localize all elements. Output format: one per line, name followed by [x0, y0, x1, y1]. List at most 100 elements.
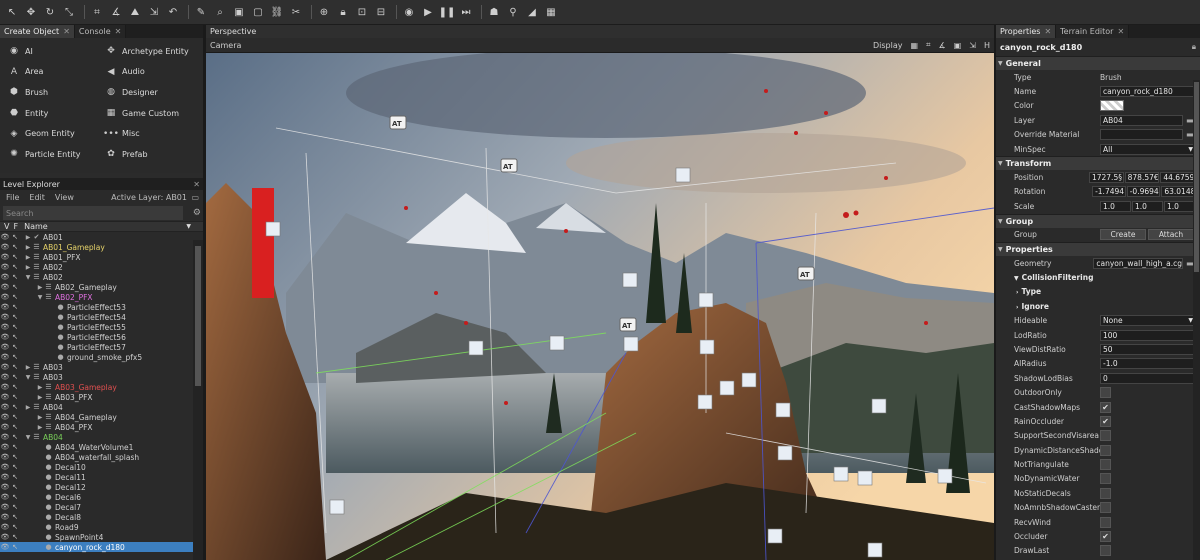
layer-tree-row[interactable]: 👁︎ ↖ ● Decal10 — [0, 462, 203, 472]
layer-tree-row[interactable]: 👁︎ ↖ ● AB04_waterfall_splash — [0, 452, 203, 462]
close-icon[interactable]: ✕ — [63, 27, 70, 36]
create-item-game-custom[interactable]: ▦ Game Custom — [105, 103, 202, 124]
scale-z[interactable]: 1.0 — [1164, 200, 1195, 212]
freeze-cursor-icon[interactable]: ↖ — [10, 323, 20, 331]
layer-tree-row[interactable]: 👁︎ ↖ ▶ ☰ AB03_Gameplay — [0, 382, 203, 392]
checkbox[interactable]: ✔ — [1100, 401, 1111, 413]
layer-tree-row[interactable]: 👁︎ ↖ ● Decal7 — [0, 502, 203, 512]
visibility-eye-icon[interactable]: 👁︎ — [0, 533, 10, 541]
column-freeze[interactable]: F — [9, 222, 18, 231]
visibility-eye-icon[interactable]: 👁︎ — [0, 373, 10, 381]
visibility-eye-icon[interactable]: 👁︎ — [0, 503, 10, 511]
checkbox[interactable] — [1100, 502, 1111, 514]
rotate-icon[interactable]: ↻ — [42, 4, 58, 20]
layer-tree-row[interactable]: 👁︎ ↖ ▶ ☰ AB03_PFX — [0, 392, 203, 402]
layer-tree-row[interactable]: 👁︎ ↖ ● Decal8 — [0, 512, 203, 522]
unlock-icon[interactable]: ⊟ — [373, 4, 389, 20]
perspective-viewport[interactable]: Perspective Camera Display ▦ ⌗ ∡ ▣ ⇲ H A… — [206, 25, 994, 560]
checkbox[interactable] — [1100, 545, 1111, 557]
undo-icon[interactable]: ↶ — [165, 4, 181, 20]
checkbox[interactable] — [1100, 473, 1111, 485]
position-x[interactable]: 1727.5§ — [1088, 172, 1124, 184]
freeze-cursor-icon[interactable]: ↖ — [10, 383, 20, 391]
display-menu[interactable]: Display — [873, 41, 903, 50]
lock-icon[interactable]: 🔒︎ — [335, 4, 351, 20]
freeze-cursor-icon[interactable]: ↖ — [10, 303, 20, 311]
visibility-eye-icon[interactable]: 👁︎ — [0, 263, 10, 271]
visibility-eye-icon[interactable]: 👁︎ — [0, 443, 10, 451]
menu-view[interactable]: View — [55, 193, 74, 202]
scale-x[interactable]: 1.0 — [1100, 200, 1131, 212]
scale-y[interactable]: 1.0 — [1132, 200, 1163, 212]
menu-file[interactable]: File — [6, 193, 19, 202]
scene-view[interactable]: AT AT AT AT — [206, 53, 994, 560]
freeze-cursor-icon[interactable]: ↖ — [10, 353, 20, 361]
scale-icon[interactable]: ⤡ — [61, 4, 77, 20]
visibility-eye-icon[interactable]: 👁︎ — [0, 243, 10, 251]
visibility-eye-icon[interactable]: 👁︎ — [0, 483, 10, 491]
expand-arrow-icon[interactable]: ▶ — [24, 364, 32, 371]
link-icon[interactable]: ⛓ — [269, 4, 285, 20]
visibility-eye-icon[interactable]: 👁︎ — [0, 523, 10, 531]
group-create-button[interactable]: Create — [1100, 229, 1146, 241]
section-general[interactable]: ▼ General — [996, 56, 1200, 70]
visibility-eye-icon[interactable]: 👁︎ — [0, 333, 10, 341]
layer-tree-row[interactable]: 👁︎ ↖ ▼ ☰ AB04 — [0, 432, 203, 442]
checkbox[interactable] — [1100, 459, 1111, 471]
freeze-cursor-icon[interactable]: ↖ — [10, 403, 20, 411]
visibility-eye-icon[interactable]: 👁︎ — [0, 273, 10, 281]
freeze-cursor-icon[interactable]: ↖ — [10, 243, 20, 251]
create-item-brush[interactable]: ⬢ Brush — [8, 82, 105, 103]
snap-icon[interactable]: ⌗ — [89, 4, 105, 20]
properties-scrollbar[interactable] — [1193, 80, 1200, 560]
section-properties[interactable]: ▼ Properties — [996, 241, 1200, 256]
visibility-eye-icon[interactable]: 👁︎ — [0, 433, 10, 441]
section-group[interactable]: ▼ Group — [996, 213, 1200, 228]
close-icon[interactable]: ✕ — [1117, 27, 1124, 36]
expand-arrow-icon[interactable]: ▶ — [24, 234, 32, 241]
checkbox[interactable] — [1100, 430, 1111, 442]
group-attach-button[interactable]: Attach — [1148, 229, 1194, 241]
checkbox[interactable] — [1100, 487, 1111, 499]
chevron-down-icon[interactable]: ▼ — [182, 223, 191, 230]
checkbox[interactable]: ✔ — [1100, 531, 1111, 543]
layer-tree-row[interactable]: 👁︎ ↖ ● ground_smoke_pfx5 — [0, 352, 203, 362]
freeze-cursor-icon[interactable]: ↖ — [10, 523, 20, 531]
ai-icon[interactable]: ☗ — [486, 4, 502, 20]
layer-tree-row[interactable]: 👁︎ ↖ ● Decal11 — [0, 472, 203, 482]
expand-arrow-icon[interactable]: ▶ — [36, 394, 44, 401]
freeze-cursor-icon[interactable]: ↖ — [10, 393, 20, 401]
viewdistratio-field[interactable]: 50 — [1100, 343, 1196, 355]
layer-tree-row[interactable]: 👁︎ ↖ ● Decal6 — [0, 492, 203, 502]
record-icon[interactable]: ◉ — [401, 4, 417, 20]
visibility-eye-icon[interactable]: 👁︎ — [0, 283, 10, 291]
terrain-view-icon[interactable]: ◢ — [524, 4, 540, 20]
layer-tree-row[interactable]: 👁︎ ↖ ▶ ☰ AB02_Gameplay — [0, 282, 203, 292]
layer-tree-row[interactable]: 👁︎ ↖ ▶ ☰ AB04_Gameplay — [0, 412, 203, 422]
tree-scrollbar[interactable] — [193, 240, 203, 560]
layer-field[interactable]: AB04 — [1100, 114, 1183, 126]
group-icon[interactable]: ▣ — [231, 4, 247, 20]
freeze-cursor-icon[interactable]: ↖ — [10, 333, 20, 341]
vector-icon[interactable]: ⇲ — [969, 41, 976, 50]
freeze-cursor-icon[interactable]: ↖ — [10, 463, 20, 471]
freeze-cursor-icon[interactable]: ↖ — [10, 343, 20, 351]
create-item-archetype-entity[interactable]: ✥ Archetype Entity — [105, 41, 202, 62]
layer-tree-row[interactable]: 👁︎ ↖ ▼ ☰ AB02_PFX — [0, 292, 203, 302]
checkbox[interactable] — [1100, 444, 1111, 456]
layer-tree-row[interactable]: 👁︎ ↖ ● Road9 — [0, 522, 203, 532]
layer-tree-row[interactable]: 👁︎ ↖ ▶ ☰ AB04 — [0, 402, 203, 412]
collapse-arrow-icon[interactable]: ▼ — [24, 274, 32, 281]
hideable-select[interactable]: None ▼ — [1100, 315, 1196, 327]
rotation-y[interactable]: -0.9694 — [1126, 186, 1161, 198]
freeze-cursor-icon[interactable]: ↖ — [10, 423, 20, 431]
freeze-cursor-icon[interactable]: ↖ — [10, 443, 20, 451]
freeze-cursor-icon[interactable]: ↖ — [10, 543, 20, 551]
visibility-eye-icon[interactable]: 👁︎ — [0, 313, 10, 321]
layer-tree-row[interactable]: 👁︎ ↖ ● Decal12 — [0, 482, 203, 492]
prop-collision-filtering[interactable]: ▼ CollisionFiltering — [996, 270, 1200, 284]
lodratio-field[interactable]: 100 — [1100, 329, 1196, 341]
visibility-eye-icon[interactable]: 👁︎ — [0, 413, 10, 421]
expand-arrow-icon[interactable]: ▶ — [36, 284, 44, 291]
tab-properties[interactable]: Properties ✕ — [996, 25, 1057, 38]
